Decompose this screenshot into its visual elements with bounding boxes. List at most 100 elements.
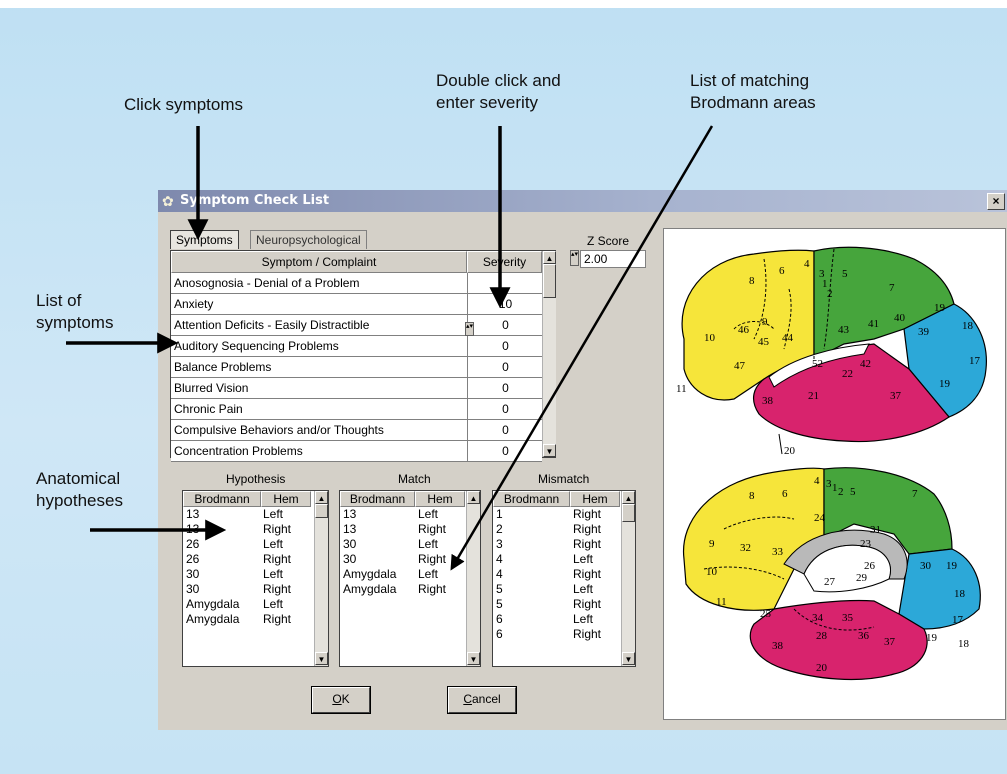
symptom-name: Anxiety: [174, 297, 214, 311]
scroll-thumb[interactable]: [315, 504, 328, 518]
brodmann-area-label: 4: [814, 475, 820, 487]
annotation-list-matching-2: Brodmann areas: [690, 93, 816, 112]
severity-cell[interactable]: 0: [467, 399, 543, 419]
brain-diagram-panel: 8 6 4 3 1 2 5 7 9 46 10 45 44 43 41 40 39 19 18 17 19 47 52 42 2…: [663, 228, 1006, 720]
mismatch-hem-header[interactable]: Hem: [570, 491, 620, 507]
lateral-brain-view: [681, 246, 987, 455]
mismatch-list: Brodmann Hem ▲ ▼ 1 Right 2 Right 3 Right 4 Left…: [492, 490, 636, 667]
brodmann-area-label: 8: [749, 490, 755, 502]
hypothesis-brodmann-header[interactable]: Brodmann: [183, 491, 261, 507]
symptom-check-list-window: ✿ Symptom Check List × Symptoms Neuropsy…: [158, 190, 1007, 730]
severity-cell[interactable]: 0: [467, 420, 543, 440]
scroll-thumb[interactable]: [622, 504, 635, 522]
brodmann-area-label: 17: [952, 614, 964, 626]
match-brodmann-header[interactable]: Brodmann: [340, 491, 415, 507]
hem-cell: Right: [418, 582, 447, 596]
brodmann-area-label: 43: [838, 324, 850, 336]
hem-cell: Right: [573, 567, 602, 581]
brodmann-area-label: 44: [782, 332, 794, 344]
hypothesis-scrollbar[interactable]: ▲ ▼: [314, 491, 328, 666]
brodmann-area-label: 19: [939, 378, 951, 390]
brodmann-area-label: 22: [842, 368, 853, 380]
severity-column-header[interactable]: Severity: [467, 251, 542, 273]
symptom-row[interactable]: Anxiety 10: [171, 294, 542, 315]
brodmann-area-label: 18: [954, 588, 966, 600]
severity-cell[interactable]: 0: [467, 357, 543, 377]
scroll-thumb[interactable]: [543, 264, 556, 298]
brodmann-cell: 3: [496, 537, 503, 551]
symptom-row[interactable]: Chronic Pain 0: [171, 399, 542, 420]
severity-cell[interactable]: 0: [467, 336, 543, 356]
hypothesis-hem-header[interactable]: Hem: [261, 491, 311, 507]
match-hem-header[interactable]: Hem: [415, 491, 465, 507]
brodmann-area-label: 34: [812, 612, 824, 624]
symptom-name: Compulsive Behaviors and/or Thoughts: [174, 423, 384, 437]
hem-cell: Right: [573, 507, 602, 521]
brodmann-cell: 30: [343, 552, 357, 566]
symptom-row[interactable]: Compulsive Behaviors and/or Thoughts 0: [171, 420, 542, 441]
scroll-up-arrow-icon[interactable]: ▲: [467, 491, 480, 504]
mismatch-brodmann-header[interactable]: Brodmann: [493, 491, 570, 507]
scroll-down-arrow-icon[interactable]: ▼: [315, 652, 328, 665]
annotation-click-symptoms: Click symptoms: [124, 95, 244, 114]
zscore-spinner-icon[interactable]: ▴▾: [570, 250, 579, 266]
hem-cell: Left: [263, 507, 284, 521]
ok-button[interactable]: OK: [312, 687, 370, 713]
symptom-name: Auditory Sequencing Problems: [174, 339, 339, 353]
close-button[interactable]: ×: [987, 193, 1005, 210]
zscore-input[interactable]: 2.00: [580, 250, 646, 268]
annotation-list-matching-1: List of matching: [690, 71, 810, 90]
brodmann-area-label: 46: [738, 324, 750, 336]
symptom-row[interactable]: Balance Problems 0: [171, 357, 542, 378]
symptom-row[interactable]: Anosognosia - Denial of a Problem: [171, 273, 542, 294]
hem-cell: Right: [263, 612, 292, 626]
hem-cell: Right: [263, 552, 292, 566]
brodmann-area-label: 21: [808, 390, 819, 402]
symptom-row[interactable]: Blurred Vision 0: [171, 378, 542, 399]
cancel-button[interactable]: Cancel: [448, 687, 516, 713]
match-scrollbar[interactable]: ▲ ▼: [466, 491, 480, 666]
brodmann-area-label: 52: [812, 358, 823, 370]
severity-cell[interactable]: [467, 273, 543, 293]
mismatch-scrollbar[interactable]: ▲ ▼: [621, 491, 635, 666]
brodmann-area-label: 37: [890, 390, 902, 402]
scroll-down-arrow-icon[interactable]: ▼: [543, 444, 556, 457]
brodmann-cell: 13: [343, 522, 357, 536]
hem-cell: Right: [573, 627, 602, 641]
scroll-up-arrow-icon[interactable]: ▲: [543, 251, 556, 264]
mismatch-label: Mismatch: [538, 472, 590, 486]
brodmann-cell: 1: [496, 507, 503, 521]
medial-brain-view: [682, 467, 981, 681]
brodmann-cell: 4: [496, 567, 503, 581]
brodmann-area-label: 5: [842, 268, 848, 280]
brodmann-area-label: 8: [749, 275, 755, 287]
hem-cell: Right: [573, 537, 602, 551]
severity-cell[interactable]: 0: [467, 378, 543, 398]
brodmann-area-label: 2: [827, 288, 833, 300]
symptom-row[interactable]: Attention Deficits - Easily Distractible…: [171, 315, 542, 336]
brodmann-area-label: 30: [920, 560, 932, 572]
symptom-row[interactable]: Auditory Sequencing Problems 0: [171, 336, 542, 357]
hem-cell: Right: [263, 522, 292, 536]
hem-cell: Left: [263, 537, 284, 551]
annotation-double-click-1: Double click and: [436, 71, 561, 90]
scroll-up-arrow-icon[interactable]: ▲: [622, 491, 635, 504]
severity-cell[interactable]: 0: [467, 315, 543, 335]
brodmann-area-label: 18: [962, 320, 974, 332]
scroll-up-arrow-icon[interactable]: ▲: [315, 491, 328, 504]
symptom-scrollbar[interactable]: ▲ ▼: [542, 251, 556, 457]
scroll-down-arrow-icon[interactable]: ▼: [622, 652, 635, 665]
scroll-down-arrow-icon[interactable]: ▼: [467, 652, 480, 665]
brodmann-cell: 26: [186, 552, 200, 566]
brodmann-cell: 30: [186, 582, 200, 596]
symptom-column-header[interactable]: Symptom / Complaint: [171, 251, 467, 273]
hem-cell: Right: [418, 522, 447, 536]
severity-cell[interactable]: 0: [467, 441, 543, 461]
symptom-row[interactable]: Concentration Problems 0: [171, 441, 542, 462]
tab-symptoms[interactable]: Symptoms: [170, 230, 239, 249]
tab-neuropsychological[interactable]: Neuropsychological: [250, 230, 367, 249]
severity-cell[interactable]: 10: [467, 294, 543, 314]
top-border: [0, 0, 1007, 8]
severity-spinner-icon[interactable]: ▴▾: [465, 322, 474, 336]
brodmann-area-label: 20: [784, 445, 796, 457]
